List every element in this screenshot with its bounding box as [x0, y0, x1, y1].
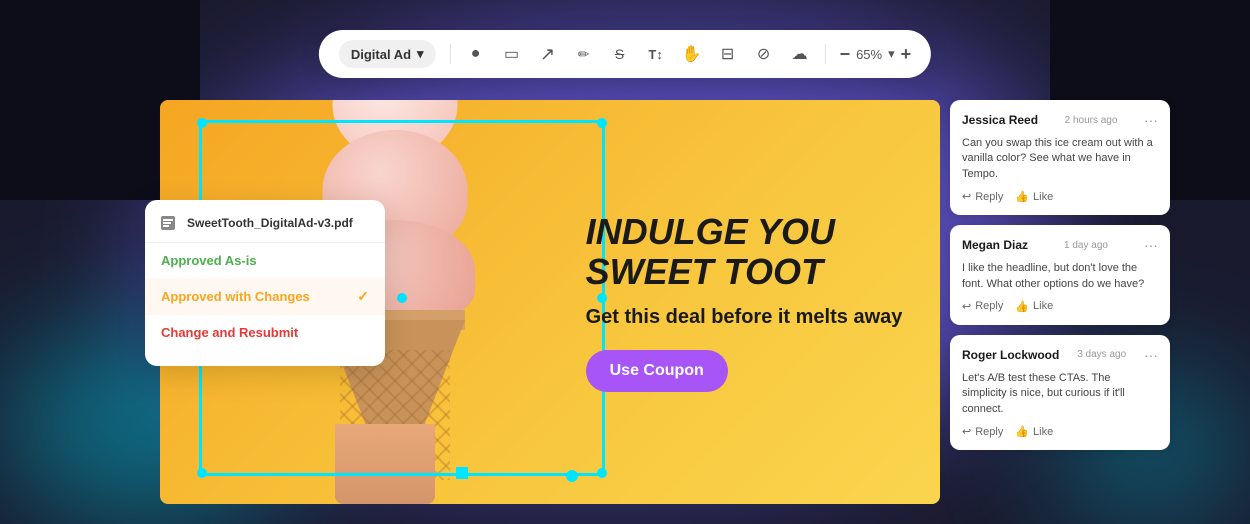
zoom-out-icon[interactable]: − — [840, 44, 851, 65]
like-icon-3: 👍 — [1015, 425, 1029, 438]
cloud-tool-icon[interactable]: ☁ — [789, 43, 811, 65]
toolbar-divider-2 — [825, 44, 826, 64]
reply-icon-1: ↩ — [962, 190, 971, 203]
reply-icon-3: ↩ — [962, 425, 971, 438]
comment-reply-1[interactable]: ↩ Reply — [962, 190, 1003, 203]
status-option-approved-as-is[interactable]: Approved As-is — [145, 243, 385, 278]
comment-reply-2[interactable]: ↩ Reply — [962, 300, 1003, 313]
comment-reply-3[interactable]: ↩ Reply — [962, 425, 1003, 438]
hand-tool-icon[interactable]: ✋ — [681, 43, 703, 65]
comment-time-1: 2 hours ago — [1065, 115, 1118, 126]
pen-tool-icon[interactable]: ✏ — [573, 43, 595, 65]
status-popup-header: SweetTooth_DigitalAd-v3.pdf — [145, 216, 385, 243]
status-popup-filename: SweetTooth_DigitalAd-v3.pdf — [187, 216, 353, 230]
strikethrough-tool-icon[interactable]: S — [609, 43, 631, 65]
comment-more-2[interactable]: ··· — [1144, 237, 1158, 253]
comment-more-3[interactable]: ··· — [1144, 347, 1158, 363]
checkmark-icon: ✓ — [357, 288, 369, 305]
ad-subheadline: Get this deal before it melts away — [586, 304, 920, 330]
status-popup: SweetTooth_DigitalAd-v3.pdf Approved As-… — [145, 200, 385, 366]
comment-time-2: 1 day ago — [1064, 240, 1108, 251]
reply-icon-2: ↩ — [962, 300, 971, 313]
comment-text-2: I like the headline, but don't love the … — [962, 261, 1158, 292]
hide-tool-icon[interactable]: ⊘ — [753, 43, 775, 65]
comment-more-1[interactable]: ··· — [1144, 112, 1158, 128]
comment-card: Jessica Reed 2 hours ago ··· Can you swa… — [950, 100, 1170, 215]
document-type-dropdown[interactable]: Digital Ad ▾ — [339, 40, 436, 68]
comment-author-1: Jessica Reed — [962, 113, 1038, 127]
comment-actions-3: ↩ Reply 👍 Like — [962, 425, 1158, 438]
arrow-tool-icon[interactable]: ↗ — [537, 43, 559, 65]
ad-text-area: INDULGE YOU SWEET TOOT Get this deal bef… — [566, 100, 940, 504]
cta-selection-dot — [566, 470, 578, 482]
ad-cta-button[interactable]: Use Coupon — [586, 350, 728, 392]
comment-card-2: Megan Diaz 1 day ago ··· I like the head… — [950, 225, 1170, 325]
status-option-change-resubmit[interactable]: Change and Resubmit — [145, 315, 385, 350]
comment-author-2: Megan Diaz — [962, 238, 1028, 252]
comment-like-3[interactable]: 👍 Like — [1015, 425, 1053, 438]
toolbar-divider-1 — [450, 44, 451, 64]
hand-holding-cone — [335, 424, 435, 504]
comment-text-3: Let's A/B test these CTAs. The simplicit… — [962, 371, 1158, 417]
comment-card-3: Roger Lockwood 3 days ago ··· Let's A/B … — [950, 335, 1170, 450]
bottom-selection-dot — [456, 467, 468, 479]
comment-header-3: Roger Lockwood 3 days ago ··· — [962, 347, 1158, 363]
comment-like-2[interactable]: 👍 Like — [1015, 300, 1053, 313]
comment-time-3: 3 days ago — [1077, 349, 1126, 360]
comment-header-2: Megan Diaz 1 day ago ··· — [962, 237, 1158, 253]
measure-tool-icon[interactable]: ⊟ — [717, 43, 739, 65]
rectangle-tool-icon[interactable]: ▭ — [501, 43, 523, 65]
comment-header-1: Jessica Reed 2 hours ago ··· — [962, 112, 1158, 128]
like-icon-2: 👍 — [1015, 300, 1029, 313]
like-icon-1: 👍 — [1015, 190, 1029, 203]
comment-actions-1: ↩ Reply 👍 Like — [962, 190, 1158, 203]
text-tool-icon[interactable]: T↕ — [645, 43, 667, 65]
comment-actions-2: ↩ Reply 👍 Like — [962, 300, 1158, 313]
comments-panel: Jessica Reed 2 hours ago ··· Can you swa… — [950, 100, 1170, 504]
comment-text-1: Can you swap this ice cream out with a v… — [962, 136, 1158, 182]
zoom-in-icon[interactable]: + — [901, 44, 912, 65]
zoom-value: 65% — [856, 47, 882, 62]
chevron-down-icon: ▾ — [417, 46, 424, 62]
zoom-control: − 65% ▾ + — [840, 44, 912, 65]
file-icon — [161, 216, 179, 230]
dropdown-label: Digital Ad — [351, 47, 411, 62]
toolbar: Digital Ad ▾ ● ▭ ↗ ✏ S T↕ ✋ ⊟ ⊘ ☁ − 65% … — [319, 30, 931, 78]
comment-author-3: Roger Lockwood — [962, 348, 1059, 362]
comment-like-1[interactable]: 👍 Like — [1015, 190, 1053, 203]
circle-tool-icon[interactable]: ● — [465, 43, 487, 65]
status-option-approved-with-changes[interactable]: Approved with Changes ✓ — [145, 278, 385, 315]
ad-headline: INDULGE YOU SWEET TOOT — [586, 212, 920, 291]
zoom-chevron-icon[interactable]: ▾ — [888, 46, 895, 62]
